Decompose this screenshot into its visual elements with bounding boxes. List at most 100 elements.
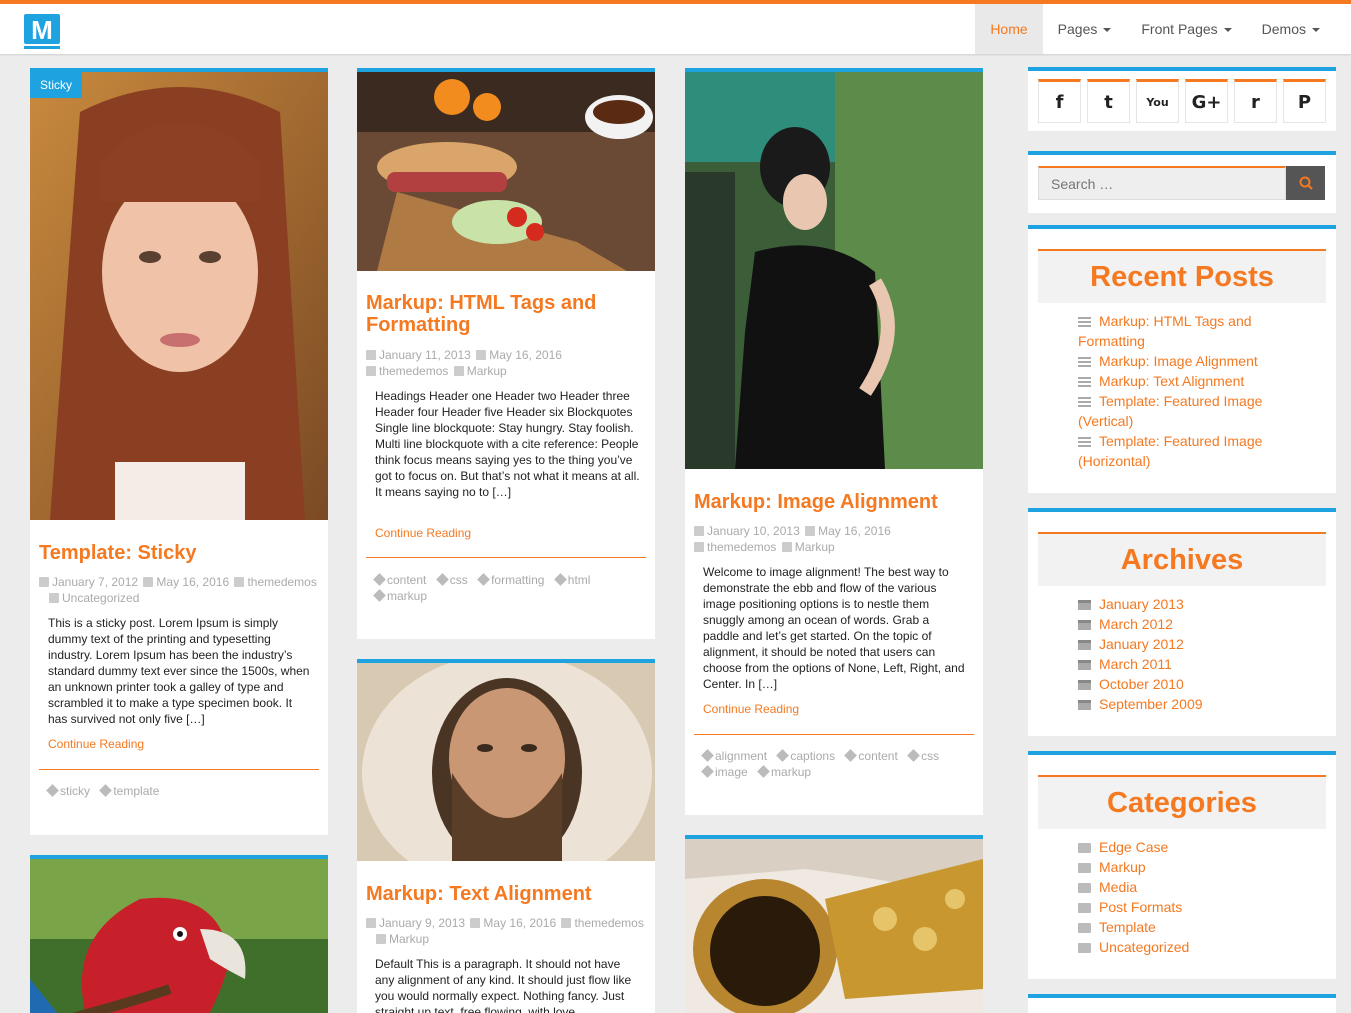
category-link[interactable]: Post Formats: [1078, 897, 1288, 917]
folder-icon: [1078, 943, 1091, 953]
recent-post-link[interactable]: Markup: Text Alignment: [1078, 371, 1288, 391]
continue-reading-link[interactable]: Continue Reading: [703, 702, 799, 716]
nav-pages-label: Pages: [1057, 21, 1098, 37]
post-meta: January 10, 2013 May 16, 2016 themedemos…: [694, 523, 974, 555]
post-title[interactable]: Markup: HTML Tags and Formatting: [366, 292, 646, 336]
nav-front-pages[interactable]: Front Pages: [1126, 4, 1246, 54]
tag-link[interactable]: alignment: [701, 748, 767, 764]
search-button[interactable]: [1286, 166, 1325, 200]
facebook-icon[interactable]: f: [1038, 79, 1081, 123]
folder-icon: [1078, 923, 1091, 933]
post-thumbnail-woman-black-dress[interactable]: [685, 72, 983, 469]
post-date[interactable]: January 7, 2012: [52, 575, 138, 589]
post-thumbnail-sandwich[interactable]: [357, 72, 655, 271]
tag-link[interactable]: content: [844, 748, 898, 764]
post-title[interactable]: Markup: Image Alignment: [694, 491, 974, 513]
search-input[interactable]: [1038, 166, 1286, 200]
document-lines-icon: [1078, 357, 1091, 367]
post-thumbnail-parrot[interactable]: [30, 859, 328, 1013]
post-modified-date: May 16, 2016: [818, 524, 891, 538]
tag-link[interactable]: image: [701, 764, 748, 780]
folder-icon: [453, 366, 464, 376]
post-date[interactable]: January 9, 2013: [379, 916, 465, 930]
continue-reading-link[interactable]: Continue Reading: [375, 526, 471, 540]
category-link[interactable]: Edge Case: [1078, 837, 1288, 857]
tag-link[interactable]: markup: [373, 588, 428, 604]
post-title[interactable]: Template: Sticky: [39, 542, 319, 564]
archive-link[interactable]: March 2011: [1078, 654, 1288, 674]
folder-icon: [1078, 903, 1091, 913]
post-thumbnail-portrait-woman[interactable]: [30, 72, 328, 520]
twitter-icon[interactable]: t: [1087, 79, 1130, 123]
tag-link[interactable]: sticky: [46, 783, 90, 799]
calendar-icon: [1078, 680, 1091, 690]
tag-link[interactable]: html: [553, 572, 590, 588]
recent-post-link[interactable]: Markup: Image Alignment: [1078, 351, 1288, 371]
archive-label: September 2009: [1099, 696, 1203, 712]
archive-link[interactable]: January 2013: [1078, 594, 1288, 614]
post-author[interactable]: themedemos: [247, 575, 316, 589]
categories-widget: Categories Edge Case Markup Media Post F…: [1028, 751, 1336, 979]
tag-link[interactable]: formatting: [477, 572, 545, 588]
site-logo[interactable]: M: [22, 10, 62, 52]
pencil-icon: [476, 350, 487, 360]
archive-link[interactable]: September 2009: [1078, 694, 1288, 714]
post-category[interactable]: Markup: [389, 932, 429, 946]
archive-label: October 2010: [1099, 676, 1184, 692]
post-thumbnail-bearded-man[interactable]: [357, 663, 655, 893]
tag-label: markup: [387, 589, 428, 603]
post-author[interactable]: themedemos: [707, 540, 776, 554]
post-author[interactable]: themedemos: [574, 916, 643, 930]
calendar-icon: [1078, 700, 1091, 710]
post-category[interactable]: Markup: [467, 364, 507, 378]
recent-post-label: Markup: Text Alignment: [1099, 373, 1245, 389]
category-link[interactable]: Markup: [1078, 857, 1288, 877]
tag-link[interactable]: markup: [757, 764, 811, 780]
post-thumbnail-saxophone[interactable]: [685, 839, 983, 1013]
post-card-image-alignment: Markup: Image Alignment January 10, 2013…: [685, 68, 983, 815]
nav-demos[interactable]: Demos: [1247, 4, 1335, 54]
nav-pages[interactable]: Pages: [1043, 4, 1127, 54]
tag-link[interactable]: template: [99, 783, 159, 799]
recent-post-link[interactable]: Template: Featured Image (Horizontal): [1078, 431, 1288, 471]
youtube-icon[interactable]: You: [1136, 79, 1179, 123]
tag-label: formatting: [491, 573, 545, 587]
recent-post-link[interactable]: Template: Featured Image (Vertical): [1078, 391, 1288, 431]
pinterest-icon[interactable]: P: [1283, 79, 1326, 123]
divider: [366, 557, 646, 558]
archive-link[interactable]: March 2012: [1078, 614, 1288, 634]
tag-link[interactable]: captions: [776, 748, 835, 764]
recent-post-label: Template: Featured Image (Vertical): [1078, 393, 1263, 429]
tag-icon: [776, 749, 790, 762]
post-date[interactable]: January 11, 2013: [379, 348, 471, 362]
category-link[interactable]: Template: [1078, 917, 1288, 937]
category-label: Uncategorized: [1099, 939, 1190, 955]
nav-home[interactable]: Home: [975, 4, 1043, 54]
recent-post-label: Markup: Image Alignment: [1099, 353, 1258, 369]
post-date[interactable]: January 10, 2013: [707, 524, 800, 538]
tag-link[interactable]: content: [373, 572, 426, 588]
tag-link[interactable]: css: [907, 748, 939, 764]
recent-post-link[interactable]: Markup: HTML Tags and Formatting: [1078, 311, 1288, 351]
continue-reading-link[interactable]: Continue Reading: [48, 737, 144, 751]
google-plus-icon[interactable]: G+: [1185, 79, 1228, 123]
widget-title: Categories: [1038, 775, 1326, 829]
archive-link[interactable]: October 2010: [1078, 674, 1288, 694]
post-author[interactable]: themedemos: [379, 364, 448, 378]
tag-link[interactable]: css: [435, 572, 468, 588]
search-widget: [1028, 151, 1336, 213]
post-meta: January 9, 2013 May 16, 2016 themedemos …: [366, 915, 646, 947]
post-category[interactable]: Uncategorized: [62, 591, 139, 605]
sticky-badge[interactable]: Sticky: [30, 72, 83, 98]
post-tags: content css formatting html markup: [373, 572, 645, 604]
post-category[interactable]: Markup: [795, 540, 835, 554]
post-title[interactable]: Markup: Text Alignment: [366, 883, 646, 905]
category-link[interactable]: Uncategorized: [1078, 937, 1288, 957]
social-widget: f t You G+ r P: [1028, 67, 1336, 131]
category-label: Post Formats: [1099, 899, 1183, 915]
reddit-icon[interactable]: r: [1234, 79, 1277, 123]
archive-link[interactable]: January 2012: [1078, 634, 1288, 654]
recent-post-label: Markup: HTML Tags and Formatting: [1078, 313, 1252, 349]
post-card-parrot: [30, 855, 328, 1013]
category-link[interactable]: Media: [1078, 877, 1288, 897]
